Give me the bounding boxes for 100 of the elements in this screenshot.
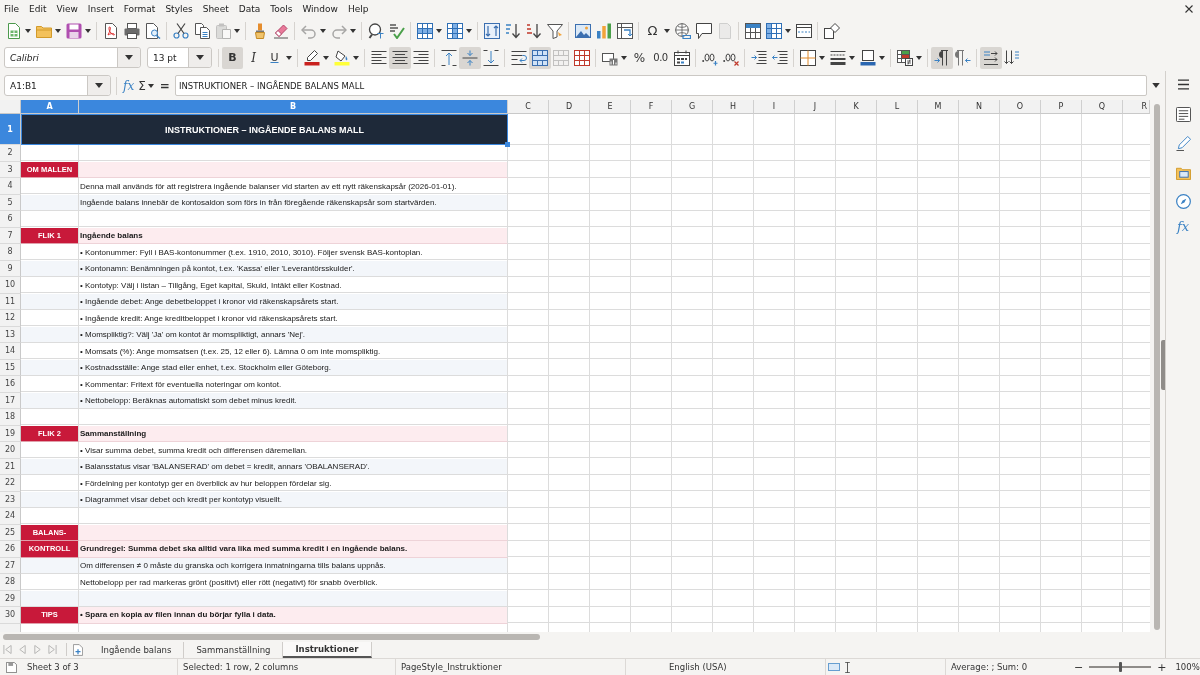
special-character-button[interactable]: Ω [642, 19, 663, 42]
row-header[interactable]: 4 [0, 178, 21, 195]
fill-handle-icon[interactable] [505, 142, 510, 147]
number-format-button[interactable]: 0.0 [650, 46, 671, 69]
column-header[interactable]: F [631, 100, 672, 114]
text-horizontal-icon[interactable] [979, 46, 1002, 69]
column-header[interactable]: H [713, 100, 754, 114]
text-vertical-icon[interactable] [1003, 49, 1020, 66]
zoom-slider-thumb[interactable] [1118, 662, 1122, 672]
caret-icon[interactable] [55, 28, 61, 33]
sort-descending-icon[interactable] [525, 22, 542, 39]
menu-item[interactable]: Edit [29, 3, 47, 14]
spelling-check-icon[interactable] [388, 22, 405, 39]
caret-icon[interactable] [879, 55, 885, 60]
row-header[interactable]: 26 [0, 541, 21, 558]
eraser-icon[interactable] [272, 22, 289, 39]
zoom-out-button[interactable]: − [1074, 660, 1084, 674]
column-header[interactable]: A [21, 100, 79, 114]
properties-icon[interactable] [1175, 107, 1191, 122]
paragraph-left-to-right-icon[interactable] [930, 46, 953, 69]
menu-item[interactable]: Window [302, 3, 338, 14]
row-header[interactable]: 6 [0, 211, 21, 228]
column-header[interactable]: J [795, 100, 836, 114]
row-header[interactable]: 20 [0, 442, 21, 459]
caret-icon[interactable] [95, 83, 103, 88]
pivot-table-icon[interactable] [616, 22, 633, 39]
row-header[interactable]: 12 [0, 310, 21, 327]
dropdown-button[interactable] [87, 76, 110, 95]
table-rows-icon[interactable] [416, 22, 433, 39]
row-header[interactable]: 14 [0, 343, 21, 360]
column-header[interactable]: N [959, 100, 1000, 114]
print-preview-icon[interactable] [144, 22, 161, 39]
menu-item[interactable]: Tools [270, 3, 293, 14]
menu-item[interactable]: Data [238, 3, 261, 14]
page-style[interactable]: PageStyle_Instruktioner [401, 662, 502, 672]
speech-bubble-icon[interactable] [695, 22, 712, 39]
menu-item[interactable]: Format [123, 3, 156, 14]
menu-item[interactable]: Help [347, 3, 369, 14]
column-header[interactable]: Q [1082, 100, 1123, 114]
sort-icon[interactable] [483, 22, 500, 39]
border-style-icon[interactable] [829, 49, 846, 66]
sort-ascending-icon[interactable] [504, 22, 521, 39]
conditional-format-icon[interactable] [896, 49, 913, 66]
align-left-icon[interactable] [370, 49, 387, 66]
functions-button[interactable]: fx [1176, 219, 1190, 234]
wrap-text-icon[interactable] [510, 49, 527, 66]
underline-button[interactable]: U [264, 46, 285, 69]
caret-icon[interactable] [664, 28, 670, 33]
caret-icon[interactable] [196, 55, 204, 60]
caret-icon[interactable] [466, 28, 472, 33]
search-icon[interactable] [367, 22, 384, 39]
column-header[interactable]: D [549, 100, 590, 114]
export-pdf-icon[interactable] [102, 22, 119, 39]
row-header[interactable]: 22 [0, 475, 21, 492]
row-header[interactable]: 18 [0, 409, 21, 426]
highlighting-icon[interactable] [333, 49, 350, 66]
vertical-scrollbar-thumb[interactable] [1154, 104, 1160, 630]
column-header[interactable]: R [1123, 100, 1150, 114]
caret-icon[interactable] [621, 55, 627, 60]
hyperlink-globe-icon[interactable] [674, 22, 691, 39]
menu-item[interactable]: View [56, 3, 78, 14]
font-name-field[interactable]: Calibri [4, 47, 141, 68]
column-header[interactable]: E [590, 100, 631, 114]
column-header[interactable]: M [918, 100, 959, 114]
formula-input-field[interactable]: INSTRUKTIONER – INGÅENDE BALANS MALL [174, 75, 1147, 96]
align-bottom-icon[interactable] [482, 49, 499, 66]
align-center-icon[interactable] [388, 46, 411, 69]
horizontal-scrollbar-thumb[interactable] [3, 633, 540, 640]
save-icon[interactable] [65, 22, 82, 39]
add-sheet-icon[interactable] [73, 643, 83, 656]
column-header[interactable]: G [672, 100, 713, 114]
column-header[interactable]: O [1000, 100, 1041, 114]
row-header[interactable]: 2 [0, 145, 21, 162]
funnel-icon[interactable] [546, 22, 563, 39]
compass-icon[interactable] [1175, 194, 1191, 209]
sheet-tab[interactable]: Ingående balans [89, 641, 185, 658]
font-color-icon[interactable] [303, 49, 320, 66]
zoom-level[interactable]: 100% [1175, 662, 1200, 672]
row-header[interactable]: 1 [0, 114, 21, 145]
table-icon[interactable] [765, 22, 782, 39]
caret-icon[interactable] [25, 28, 31, 33]
sum-button[interactable]: Σ [138, 78, 146, 93]
align-top-icon[interactable] [440, 49, 457, 66]
styles-pen-icon[interactable] [1175, 136, 1191, 151]
menu-item[interactable]: File [4, 3, 20, 14]
italic-button[interactable]: I [243, 46, 264, 69]
caret-icon[interactable] [125, 55, 133, 60]
table-columns-icon[interactable] [446, 22, 463, 39]
align-right-icon[interactable] [412, 49, 429, 66]
caret-icon[interactable] [286, 55, 292, 60]
paragraph-right-to-left-icon[interactable] [954, 49, 971, 66]
borders-icon[interactable] [799, 49, 816, 66]
language[interactable]: English (USA) [669, 662, 727, 672]
font-size-field[interactable]: 13 pt [147, 47, 212, 68]
row-header[interactable]: 10 [0, 277, 21, 294]
row-header[interactable]: 8 [0, 244, 21, 261]
caret-icon[interactable] [234, 28, 240, 33]
sidebar-collapse-handle[interactable] [1161, 340, 1165, 390]
row-header[interactable]: 28 [0, 574, 21, 591]
dropdown-button[interactable] [188, 48, 211, 67]
